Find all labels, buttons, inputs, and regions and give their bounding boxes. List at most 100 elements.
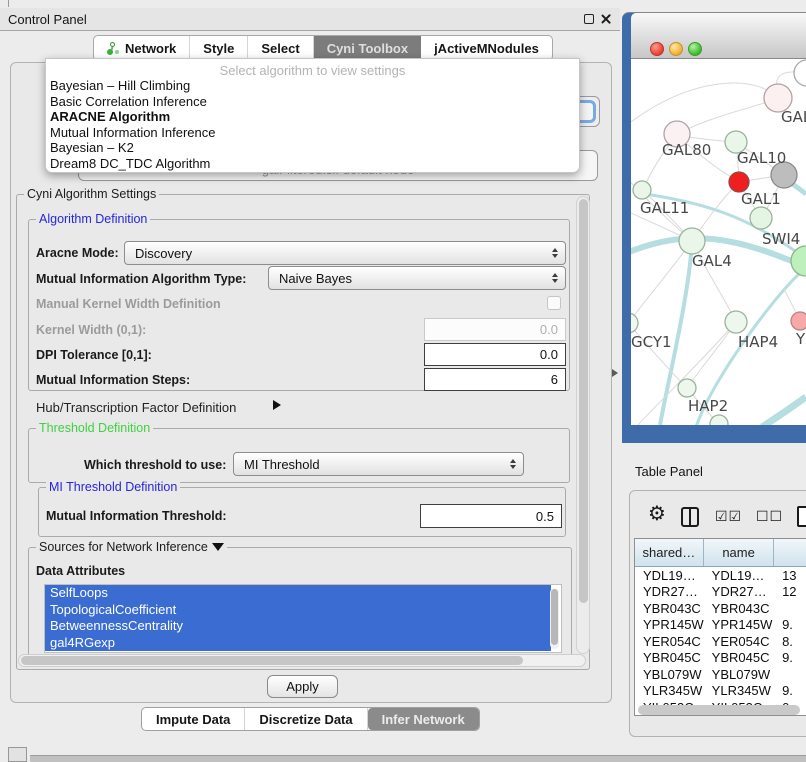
node-label: GAL <box>781 108 806 126</box>
data-attributes-list[interactable]: SelfLoopsTopologicalCoefficientBetweenne… <box>44 584 562 653</box>
table-cell: YBR045C <box>704 650 774 665</box>
bottom-status-bar <box>30 755 806 762</box>
tab-style[interactable]: Style <box>190 36 248 60</box>
table-row[interactable]: YBR045CYBR045C9. <box>635 650 806 667</box>
vertical-scrollbar[interactable] <box>576 196 590 654</box>
tab-network[interactable]: Network <box>94 36 190 60</box>
table-cell: YBR043C <box>704 601 774 616</box>
apply-button[interactable]: Apply <box>267 675 338 698</box>
algorithm-option[interactable]: Mutual Information Inference <box>46 125 579 141</box>
network-node-gal11[interactable] <box>633 181 651 199</box>
new-column-icon[interactable] <box>797 506 806 527</box>
algorithm-option[interactable]: Bayesian – K2 <box>46 140 579 156</box>
splitter-arrow-icon[interactable] <box>612 369 618 377</box>
table-cell: 9. <box>774 617 806 632</box>
table-panel: ⚙ ☑☑ ☐☐ shared…name YDL19…YDL19…13YDR27…… <box>629 490 806 737</box>
table-row[interactable]: YLR345WYLR345W9. <box>635 683 806 700</box>
algorithm-option[interactable]: ARACNE Algorithm <box>46 109 579 125</box>
tab-impute-data[interactable]: Impute Data <box>142 708 245 730</box>
table-row[interactable]: YBR043CYBR043C <box>635 600 806 617</box>
kernel-width-field[interactable]: 0.0 <box>424 318 566 341</box>
node-label: HAP4 <box>738 333 778 351</box>
collapse-arrow-icon[interactable] <box>212 543 224 551</box>
zoom-traffic-light[interactable] <box>688 42 702 56</box>
attribute-item-selected[interactable]: BetweennessCentrality <box>45 618 551 635</box>
list-scrollbar-thumb[interactable] <box>551 589 558 645</box>
which-threshold-combo[interactable]: MI Threshold <box>233 452 524 476</box>
tab-jactivemnodules[interactable]: jActiveMNodules <box>421 36 552 60</box>
network-canvas[interactable]: GALGAL80GAL10GAL1GAL11SWI4GAL4GCY1HAP4YH… <box>631 59 806 425</box>
attribute-item-selected[interactable]: gal4RGexp <box>45 635 551 652</box>
table-cell: 8. <box>774 634 806 649</box>
network-node-swi4[interactable] <box>750 207 772 229</box>
mi-threshold-label: Mutual Information Threshold: <box>46 509 227 523</box>
tab-infer-network[interactable]: Infer Network <box>368 708 479 730</box>
aracne-mode-value: Discovery <box>135 246 192 261</box>
horizontal-scrollbar-thumb[interactable] <box>21 656 523 665</box>
table-cell: YDL19… <box>704 568 774 583</box>
network-node[interactable] <box>710 415 728 425</box>
sources-title: Sources for Network Inference <box>36 540 227 554</box>
attribute-items: SelfLoopsTopologicalCoefficientBetweenne… <box>45 585 561 651</box>
expand-arrow-icon[interactable] <box>273 400 281 410</box>
network-node-hap2[interactable] <box>678 379 696 397</box>
mi-type-label: Mutual Information Algorithm Type: <box>36 272 246 286</box>
node-label: GAL1 <box>741 190 781 208</box>
vertical-scrollbar-thumb[interactable] <box>579 199 588 603</box>
attribute-item-selected[interactable]: TopologicalCoefficient <box>45 602 551 619</box>
network-node-gcy1[interactable] <box>631 313 638 333</box>
network-node-gal4[interactable] <box>679 228 705 254</box>
corner-widget[interactable] <box>8 747 27 762</box>
algorithm-option[interactable]: Dream8 DC_TDC Algorithm <box>46 156 579 172</box>
mi-threshold-field[interactable]: 0.5 <box>420 504 562 528</box>
mi-steps-value: 6 <box>551 372 558 387</box>
tab-discretize-data[interactable]: Discretize Data <box>245 708 367 730</box>
table-cell: YBL079W <box>704 667 774 682</box>
combo-arrows-icon <box>510 459 516 469</box>
select-all-checkboxes-icon[interactable]: ☑☑ <box>715 509 742 525</box>
dpi-tolerance-field[interactable]: 0.0 <box>424 343 566 366</box>
tab-cyni-toolbox[interactable]: Cyni Toolbox <box>314 36 421 60</box>
close-traffic-light[interactable] <box>650 42 664 56</box>
node-label: SWI4 <box>762 230 800 248</box>
table-column-header[interactable] <box>774 539 806 566</box>
network-window-titlebar[interactable] <box>631 13 806 59</box>
manual-kernel-checkbox[interactable] <box>547 296 561 310</box>
network-node[interactable] <box>794 60 806 86</box>
table-row[interactable]: YDR27…YDR27…12 <box>635 584 806 601</box>
network-node-y[interactable] <box>791 312 806 330</box>
table-row[interactable]: YDL19…YDL19…13 <box>635 567 806 584</box>
deselect-all-checkboxes-icon[interactable]: ☐☐ <box>756 509 783 525</box>
mi-steps-label: Mutual Information Steps: <box>36 373 190 387</box>
table-row[interactable]: YBL079WYBL079W <box>635 666 806 683</box>
table-horizontal-scrollbar[interactable] <box>638 705 800 715</box>
algorithm-option[interactable]: Basic Correlation Inference <box>46 94 579 110</box>
table-column-header[interactable]: shared… <box>635 539 704 566</box>
algorithm-definition-title: Algorithm Definition <box>36 212 150 226</box>
table-column-header[interactable]: name <box>704 539 775 566</box>
attribute-item-selected[interactable]: SelfLoops <box>45 585 551 602</box>
tab-select[interactable]: Select <box>248 36 313 60</box>
mi-steps-field[interactable]: 6 <box>424 368 566 391</box>
table-cell: 12 <box>774 584 806 599</box>
columns-icon[interactable] <box>681 507 699 527</box>
node-label: Y <box>795 330 806 348</box>
kernel-width-value: 0.0 <box>540 322 558 337</box>
gear-icon[interactable]: ⚙ <box>648 503 666 523</box>
algorithm-option[interactable]: Bayesian – Hill Climbing <box>46 78 579 94</box>
network-node-hap4[interactable] <box>725 311 747 333</box>
aracne-mode-combo[interactable]: Discovery <box>124 241 566 265</box>
minimize-traffic-light[interactable] <box>669 42 683 56</box>
mi-algorithm-type-combo[interactable]: Naive Bayes <box>268 266 566 290</box>
float-window-icon[interactable] <box>584 14 594 24</box>
horizontal-scrollbar[interactable] <box>18 654 586 667</box>
table-row[interactable]: YER054CYER054C8. <box>635 633 806 650</box>
hub-definition-label[interactable]: Hub/Transcription Factor Definition <box>36 400 236 415</box>
table-cell: 9. <box>774 650 806 665</box>
close-icon[interactable] <box>600 13 612 25</box>
algorithm-dropdown-popup: Select algorithm to view settings Bayesi… <box>45 58 580 173</box>
list-scrollbar[interactable] <box>550 588 559 649</box>
network-node-gal1[interactable] <box>729 172 749 192</box>
table-row[interactable]: YPR145WYPR145W9. <box>635 617 806 634</box>
table-header-row: shared…name <box>635 539 806 567</box>
